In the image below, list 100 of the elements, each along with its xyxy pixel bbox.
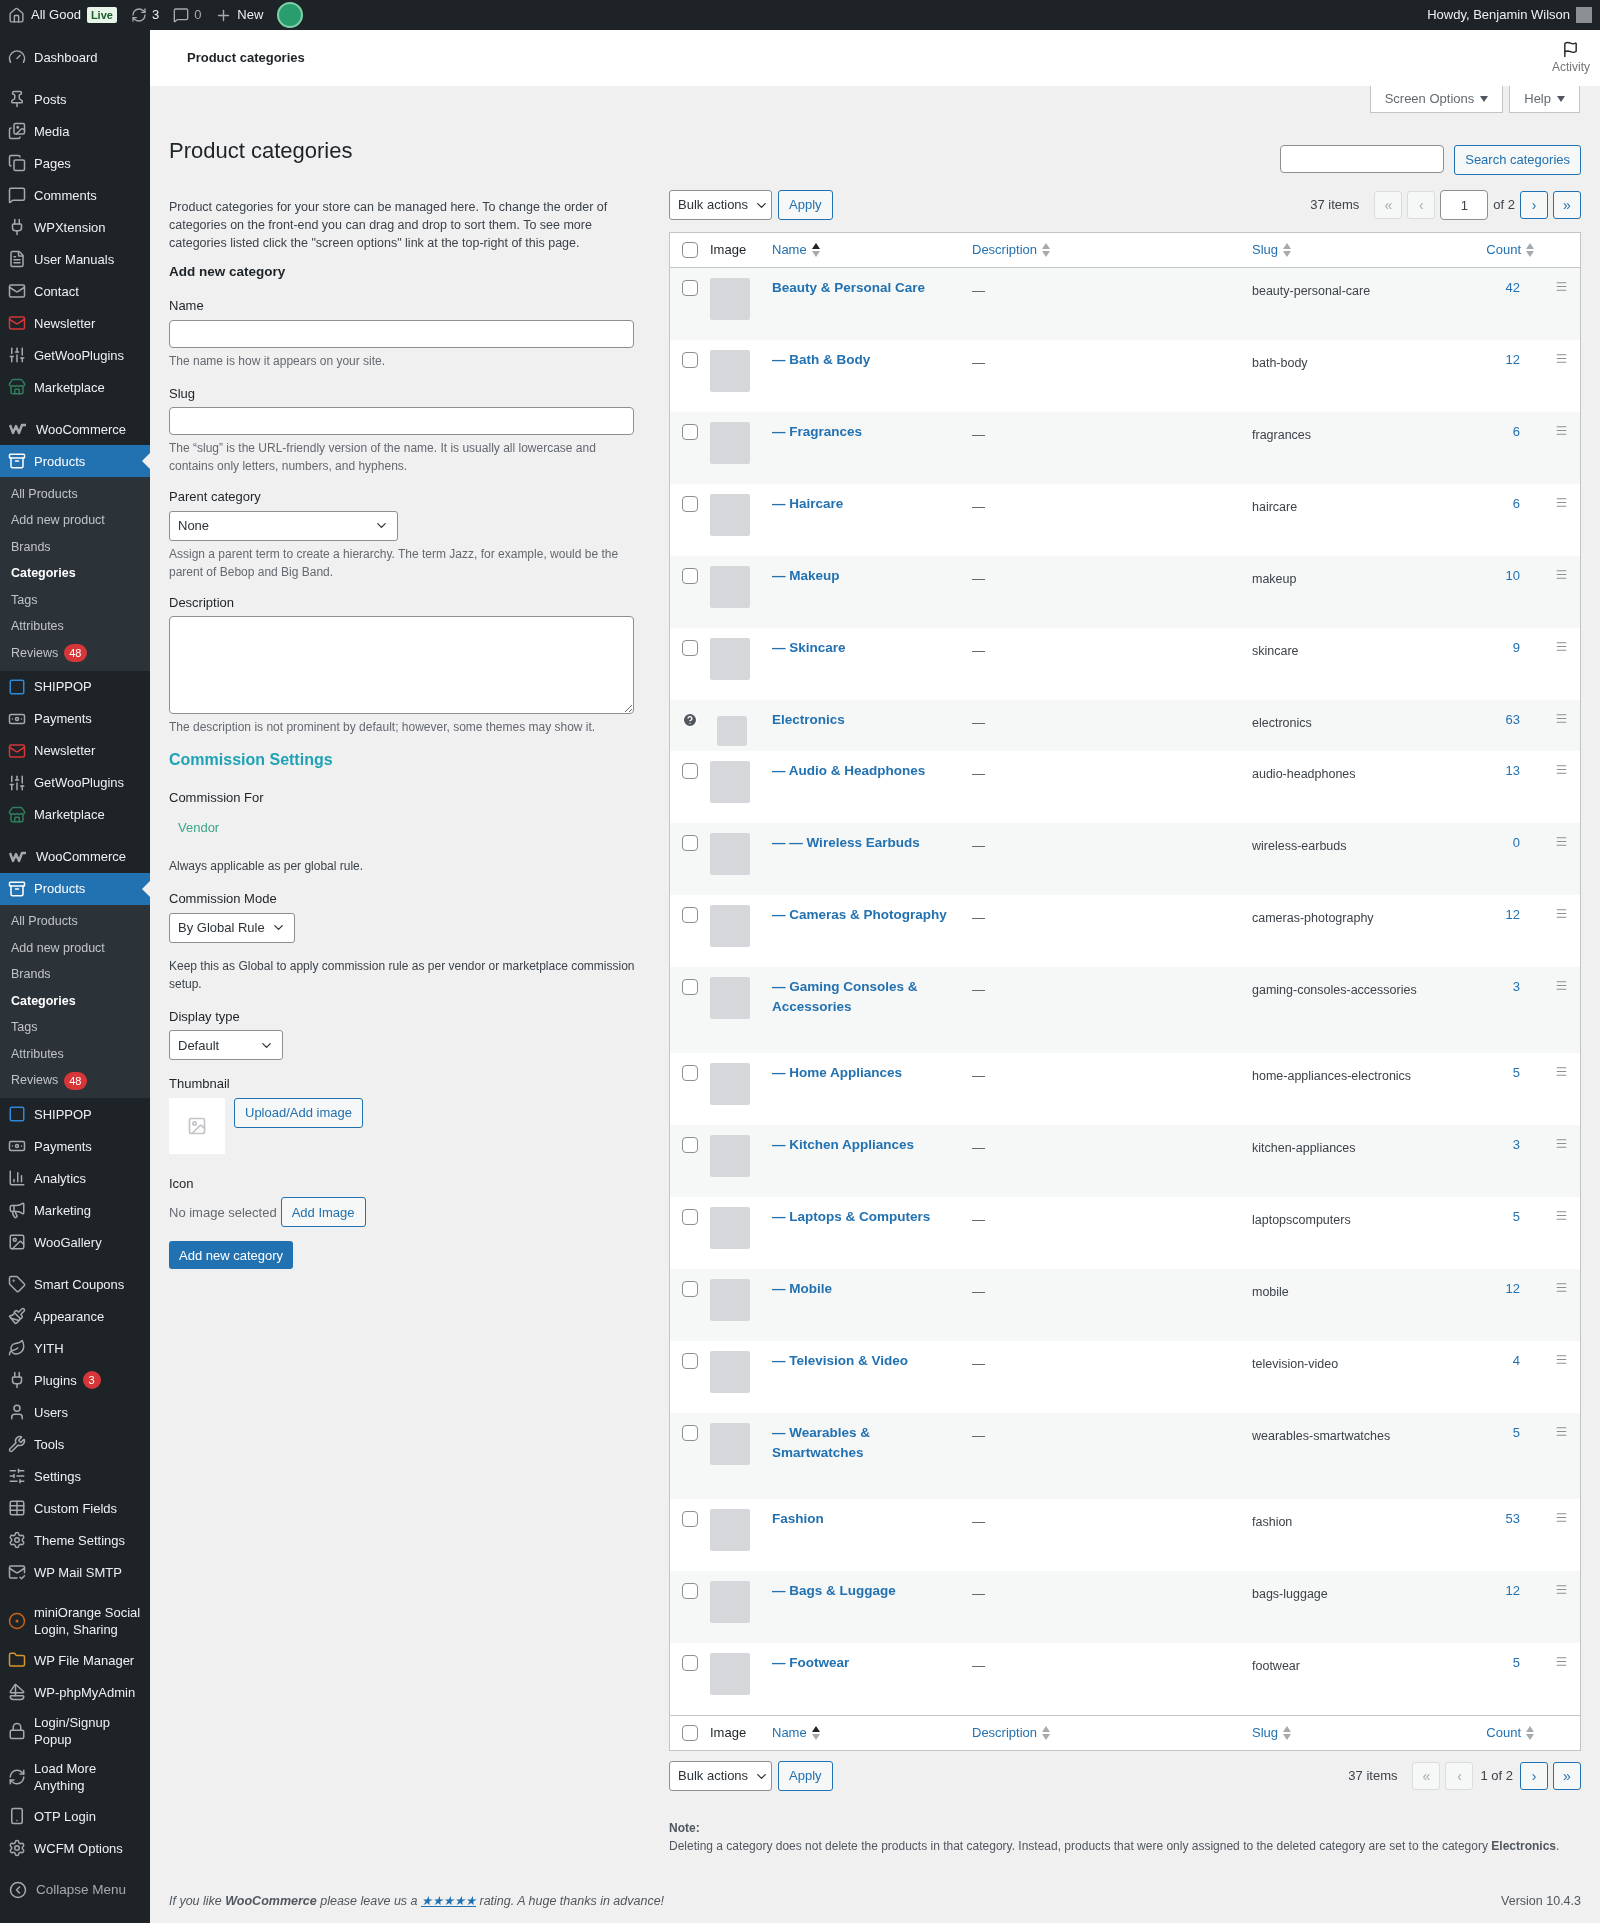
drag-handle-icon[interactable] bbox=[1554, 712, 1568, 725]
count-link[interactable]: 5 bbox=[1512, 1423, 1520, 1443]
checkbox[interactable] bbox=[682, 979, 698, 995]
menu-item[interactable]: WP File Manager bbox=[0, 1644, 150, 1676]
count-link[interactable]: 12 bbox=[1505, 350, 1520, 370]
checkbox[interactable] bbox=[682, 1209, 698, 1225]
checkbox[interactable] bbox=[682, 835, 698, 851]
checkbox[interactable] bbox=[682, 1511, 698, 1527]
drag-handle-icon[interactable] bbox=[1554, 496, 1568, 509]
menu-item[interactable]: Payments bbox=[0, 1130, 150, 1162]
column-header[interactable]: Name bbox=[772, 1723, 820, 1743]
checkbox[interactable] bbox=[682, 424, 698, 440]
count-link[interactable]: 10 bbox=[1505, 566, 1520, 586]
collapse-menu-button[interactable]: Collapse Menu bbox=[0, 1874, 150, 1906]
checkbox[interactable] bbox=[682, 1065, 698, 1081]
category-name-link[interactable]: — Wearables & Smartwatches bbox=[772, 1423, 962, 1463]
submenu-item[interactable]: All Products bbox=[0, 481, 150, 508]
drag-handle-icon[interactable] bbox=[1554, 280, 1568, 293]
menu-item[interactable]: Products bbox=[0, 872, 150, 905]
category-name-link[interactable]: — Television & Video bbox=[772, 1351, 962, 1371]
last-page-button[interactable]: » bbox=[1553, 1762, 1581, 1790]
column-header[interactable]: Description bbox=[972, 240, 1051, 260]
count-link[interactable]: 5 bbox=[1512, 1207, 1520, 1227]
category-name-link[interactable]: — Skincare bbox=[772, 638, 962, 658]
menu-item[interactable]: Newsletter bbox=[0, 734, 150, 767]
category-name-link[interactable]: Beauty & Personal Care bbox=[772, 278, 962, 298]
menu-item[interactable]: Products bbox=[0, 445, 150, 477]
next-page-button[interactable]: › bbox=[1520, 191, 1548, 219]
count-link[interactable]: 0 bbox=[1512, 833, 1520, 853]
column-header[interactable]: Name bbox=[772, 240, 820, 260]
drag-handle-icon[interactable] bbox=[1554, 424, 1568, 437]
submenu-item[interactable]: Reviews 48 bbox=[0, 640, 150, 667]
count-link[interactable]: 63 bbox=[1505, 710, 1520, 730]
checkbox[interactable] bbox=[682, 1353, 698, 1369]
screen-options-tab[interactable]: Screen Options bbox=[1369, 86, 1504, 113]
submenu-item[interactable]: Add new product bbox=[0, 935, 150, 962]
menu-item[interactable]: OTP Login bbox=[0, 1800, 150, 1832]
category-name-link[interactable]: — Makeup bbox=[772, 566, 962, 586]
menu-item[interactable]: SHIPPOP bbox=[0, 1098, 150, 1130]
drag-handle-icon[interactable] bbox=[1554, 1209, 1568, 1222]
submenu-item[interactable]: Brands bbox=[0, 534, 150, 561]
menu-item[interactable]: Posts bbox=[0, 83, 150, 115]
checkbox[interactable] bbox=[682, 352, 698, 368]
category-name-link[interactable]: — Bags & Luggage bbox=[772, 1581, 962, 1601]
submenu-item[interactable]: Add new product bbox=[0, 507, 150, 534]
checkbox[interactable] bbox=[682, 1137, 698, 1153]
category-name-link[interactable]: — Fragrances bbox=[772, 422, 962, 442]
checkbox[interactable] bbox=[682, 763, 698, 779]
add-image-button[interactable]: Add Image bbox=[280, 1197, 366, 1228]
menu-item[interactable]: Dashboard bbox=[0, 41, 150, 73]
category-name-link[interactable]: — Mobile bbox=[772, 1279, 962, 1299]
menu-item[interactable]: Payments bbox=[0, 702, 150, 735]
rating-link[interactable]: ★★★★★ bbox=[421, 1894, 476, 1909]
drag-handle-icon[interactable] bbox=[1554, 763, 1568, 776]
add-category-button[interactable]: Add new category bbox=[169, 1241, 294, 1270]
display-type-select[interactable]: Default bbox=[169, 1030, 283, 1061]
updates-link[interactable]: 3 bbox=[130, 5, 160, 25]
checkbox[interactable] bbox=[682, 496, 698, 512]
category-name-link[interactable]: — Home Appliances bbox=[772, 1063, 962, 1083]
new-link[interactable]: New bbox=[215, 5, 264, 25]
menu-item[interactable]: SHIPPOP bbox=[0, 670, 150, 703]
menu-item[interactable]: Marketing bbox=[0, 1194, 150, 1226]
account-greeting[interactable]: Howdy, Benjamin Wilson bbox=[1427, 5, 1592, 25]
checkbox[interactable] bbox=[682, 280, 698, 296]
menu-item[interactable]: User Manuals bbox=[0, 243, 150, 275]
count-link[interactable]: 5 bbox=[1512, 1653, 1520, 1673]
column-header[interactable]: Description bbox=[972, 1723, 1051, 1743]
checkbox[interactable] bbox=[682, 640, 698, 656]
count-link[interactable]: 12 bbox=[1505, 1279, 1520, 1299]
upload-image-button[interactable]: Upload/Add image bbox=[234, 1097, 363, 1128]
menu-item[interactable]: WP-phpMyAdmin bbox=[0, 1676, 150, 1708]
submenu-item[interactable]: Categories bbox=[0, 988, 150, 1015]
submenu-item[interactable]: Tags bbox=[0, 587, 150, 614]
drag-handle-icon[interactable] bbox=[1554, 1137, 1568, 1150]
drag-handle-icon[interactable] bbox=[1554, 352, 1568, 365]
menu-item[interactable]: YITH bbox=[0, 1332, 150, 1364]
category-name-link[interactable]: Fashion bbox=[772, 1509, 962, 1529]
menu-item[interactable]: Custom Fields bbox=[0, 1492, 150, 1524]
menu-item[interactable]: GetWooPlugins bbox=[0, 339, 150, 371]
menu-item[interactable]: Media bbox=[0, 115, 150, 147]
menu-item[interactable]: Appearance bbox=[0, 1300, 150, 1332]
menu-item[interactable]: Comments bbox=[0, 179, 150, 211]
checkbox[interactable] bbox=[682, 1725, 698, 1741]
menu-item[interactable]: Settings bbox=[0, 1460, 150, 1492]
count-link[interactable]: 12 bbox=[1505, 1581, 1520, 1601]
menu-item[interactable]: Login/Signup Popup bbox=[0, 1708, 150, 1754]
submenu-item[interactable]: Attributes bbox=[0, 1041, 150, 1068]
count-link[interactable]: 5 bbox=[1512, 1063, 1520, 1083]
apply-button[interactable]: Apply bbox=[778, 1761, 833, 1791]
column-header[interactable]: Slug bbox=[1252, 1723, 1292, 1743]
description-textarea[interactable] bbox=[169, 616, 634, 715]
menu-item[interactable]: Pages bbox=[0, 147, 150, 179]
menu-item[interactable]: WooCommerce bbox=[0, 840, 150, 873]
drag-handle-icon[interactable] bbox=[1554, 1353, 1568, 1366]
count-link[interactable]: 12 bbox=[1505, 905, 1520, 925]
drag-handle-icon[interactable] bbox=[1554, 1583, 1568, 1596]
menu-item[interactable]: Analytics bbox=[0, 1162, 150, 1194]
activity-button[interactable]: Activity bbox=[1552, 40, 1590, 76]
menu-item[interactable]: WPXtension bbox=[0, 211, 150, 243]
comments-link[interactable]: 0 bbox=[173, 5, 202, 25]
